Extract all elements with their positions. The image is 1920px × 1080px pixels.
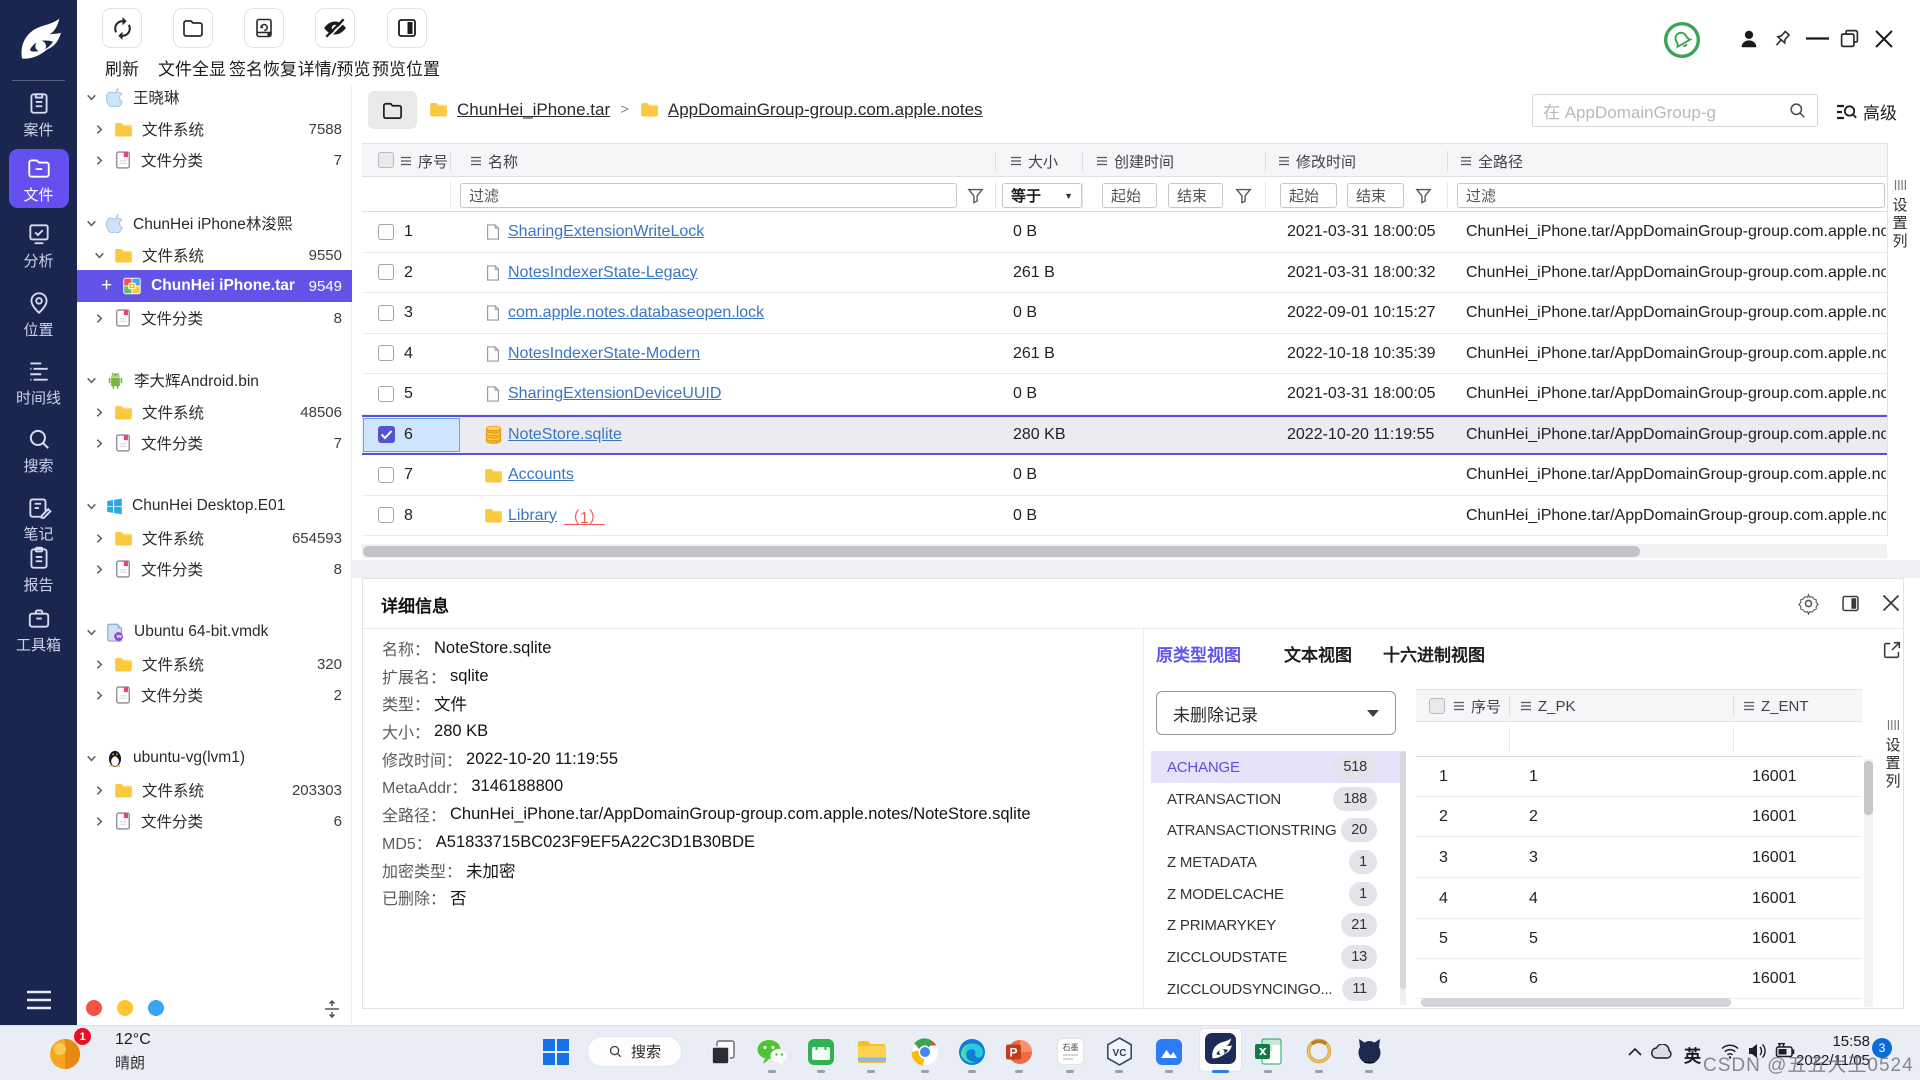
svg-text:VC: VC (1113, 1048, 1127, 1059)
svg-text:石墨: 石墨 (1063, 1043, 1079, 1052)
svg-text:P: P (1009, 1046, 1017, 1060)
